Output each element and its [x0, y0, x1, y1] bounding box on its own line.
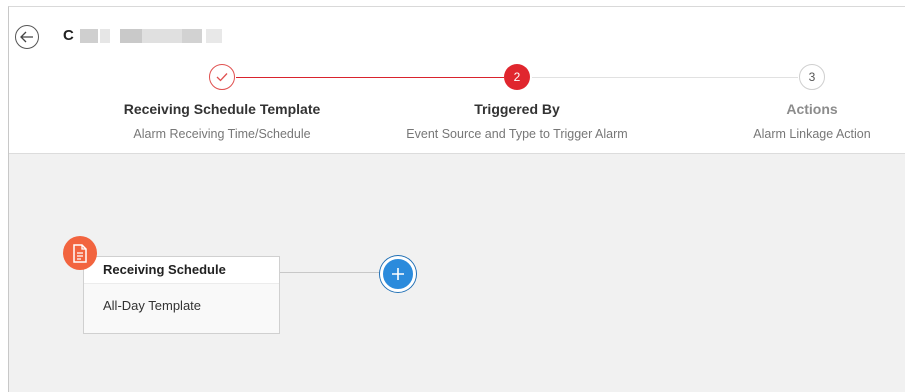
step-2-indicator[interactable]: 2	[504, 64, 530, 90]
receiving-schedule-node[interactable]: Receiving Schedule All-Day Template	[83, 256, 280, 334]
add-node-button[interactable]	[380, 256, 416, 292]
flow-canvas: Receiving Schedule All-Day Template	[9, 154, 905, 392]
document-icon	[63, 236, 97, 270]
redacted-title-block	[181, 28, 202, 43]
page-title: C	[63, 27, 222, 44]
step-1-indicator[interactable]	[209, 64, 235, 90]
step-connector-complete	[236, 77, 504, 78]
redacted-title-block	[205, 28, 222, 43]
step-1-description: Alarm Receiving Time/Schedule	[133, 127, 311, 141]
arrow-left-icon	[20, 31, 33, 43]
step-3-indicator[interactable]: 3	[799, 64, 825, 90]
node-connector-line	[280, 272, 380, 273]
step-2-label[interactable]: Triggered By	[367, 101, 667, 117]
redacted-title-block	[141, 28, 182, 43]
redacted-title-block	[119, 28, 142, 43]
app-window: C 2 3 Receiving Schedule Template Trigge…	[8, 6, 905, 392]
plus-icon	[392, 268, 404, 280]
check-icon	[216, 73, 228, 82]
redacted-title-block	[79, 28, 98, 43]
back-button[interactable]	[15, 25, 39, 49]
step-connector-pending	[532, 77, 798, 78]
step-3-label[interactable]: Actions	[662, 101, 905, 117]
wizard-header: C 2 3 Receiving Schedule Template Trigge…	[9, 7, 905, 154]
node-value: All-Day Template	[103, 298, 202, 313]
step-3-description: Alarm Linkage Action	[753, 127, 871, 141]
step-1-label[interactable]: Receiving Schedule Template	[72, 101, 372, 117]
page-title-text: C	[63, 27, 74, 44]
step-2-description: Event Source and Type to Trigger Alarm	[406, 127, 628, 141]
redacted-title-block	[99, 28, 110, 43]
node-title: Receiving Schedule	[84, 257, 279, 284]
